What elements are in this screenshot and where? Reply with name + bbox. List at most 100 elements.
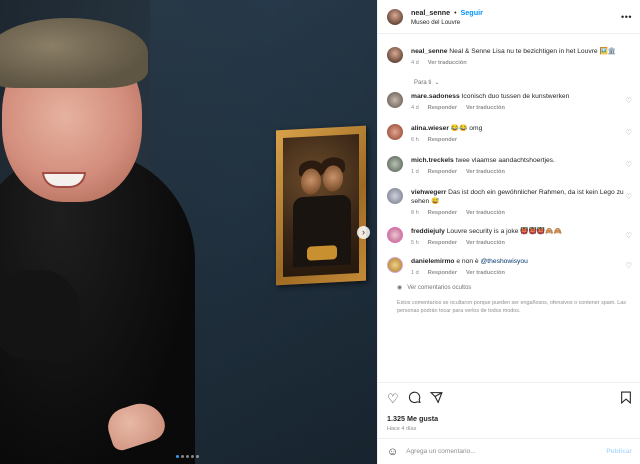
commenter-avatar[interactable]: [387, 124, 403, 140]
comment-mention-link[interactable]: @theshowisyou: [481, 258, 528, 265]
more-options-icon[interactable]: •••: [621, 12, 632, 22]
like-comment-heart-icon[interactable]: ♡: [625, 261, 632, 270]
post-media[interactable]: ›: [0, 0, 377, 464]
comment-username[interactable]: alina.wieser: [411, 125, 449, 132]
translate-link[interactable]: Ver traducción: [466, 169, 505, 175]
reply-button[interactable]: Responder: [428, 169, 457, 175]
like-comment-heart-icon[interactable]: ♡: [625, 96, 632, 105]
comment-text: viehwegerr Das ist doch ein gewöhnlicher…: [411, 188, 632, 206]
painting-gold-detail: [307, 245, 337, 261]
comment-body: danielemirmo e non è @theshowisyou 1 d R…: [411, 257, 632, 276]
follow-button[interactable]: Seguir: [461, 8, 483, 17]
comment-text: freddiejuly Louvre security is a joke 👹👹…: [411, 227, 632, 236]
comment-username[interactable]: viehwegerr: [411, 189, 446, 196]
translate-link[interactable]: Ver traducción: [466, 240, 505, 246]
painting-canvas: [283, 134, 359, 277]
eye-icon: ◉: [397, 285, 403, 291]
painting-face-right: [323, 164, 343, 192]
caption-username[interactable]: neal_senne: [411, 48, 447, 55]
translate-link[interactable]: Ver traducción: [466, 270, 505, 276]
view-hidden-comments-button[interactable]: ◉ Ver comentarios ocultos: [397, 284, 632, 292]
post-side-panel: neal_senne • Seguir Museo del Louvre •••…: [377, 0, 640, 464]
post-actions: ♡ 1.325 Me gusta Hace 4 días: [378, 382, 640, 444]
painting-face-left: [301, 168, 321, 196]
commenter-avatar[interactable]: [387, 227, 403, 243]
caption-author-avatar[interactable]: [387, 47, 403, 63]
reply-button[interactable]: Responder: [428, 270, 457, 276]
comment-username[interactable]: mich.treckels: [411, 157, 454, 164]
carousel-dot[interactable]: [181, 455, 184, 458]
person-collar: [0, 270, 80, 360]
comment-item: mare.sadoness Iconisch duo tussen de kun…: [387, 92, 632, 111]
carousel-dot[interactable]: [186, 455, 189, 458]
like-comment-heart-icon[interactable]: ♡: [625, 231, 632, 240]
comment-item: freddiejuly Louvre security is a joke 👹👹…: [387, 227, 632, 246]
comment-meta: 6 h Responder: [411, 137, 632, 143]
carousel-dots: [176, 455, 199, 458]
comment-meta: 1 d Responder Ver traducción: [411, 169, 632, 175]
comment-composer: ☺ Publicar: [378, 438, 640, 464]
comment-text: mare.sadoness Iconisch duo tussen de kun…: [411, 92, 632, 101]
comment-item: alina.wieser 😂😂 omg 6 h Responder ♡: [387, 124, 632, 143]
comment-sort-dropdown[interactable]: Para ti ⌄: [414, 79, 632, 87]
like-comment-heart-icon[interactable]: ♡: [625, 128, 632, 137]
reply-button[interactable]: Responder: [428, 210, 457, 216]
post-location[interactable]: Museo del Louvre: [411, 19, 621, 26]
commenter-avatar[interactable]: [387, 257, 403, 273]
author-avatar[interactable]: [387, 8, 403, 25]
carousel-next-icon[interactable]: ›: [357, 226, 370, 239]
carousel-dot[interactable]: [191, 455, 194, 458]
reply-button[interactable]: Responder: [428, 240, 457, 246]
comment-age: 8 h: [411, 210, 419, 216]
comment-meta: 8 h Responder Ver traducción: [411, 210, 632, 216]
comment-age: 5 h: [411, 240, 419, 246]
author-username[interactable]: neal_senne: [411, 8, 450, 17]
like-count[interactable]: 1.325 Me gusta: [387, 414, 632, 423]
person-smile: [42, 172, 86, 188]
like-comment-heart-icon[interactable]: ♡: [625, 160, 632, 169]
comment-content: twee vlaamse aandachtshoertjes.: [455, 157, 555, 164]
comment-content: 😂😂 omg: [450, 125, 483, 132]
comment-input[interactable]: [406, 448, 607, 455]
comment-body: mare.sadoness Iconisch duo tussen de kun…: [411, 92, 632, 111]
comments-section[interactable]: neal_senne Neal & Senne Lisa nu te bezic…: [378, 38, 640, 378]
carousel-dot[interactable]: [196, 455, 199, 458]
reply-button[interactable]: Responder: [428, 137, 457, 143]
comment-bubble-icon[interactable]: [408, 391, 421, 406]
caption-content: Neal & Senne Lisa nu te bezichtigen in h…: [449, 48, 617, 55]
comment-username[interactable]: mare.sadoness: [411, 93, 460, 100]
comment-text: alina.wieser 😂😂 omg: [411, 124, 632, 133]
comment-item: mich.treckels twee vlaamse aandachtshoer…: [387, 156, 632, 175]
commenter-avatar[interactable]: [387, 92, 403, 108]
post-header: neal_senne • Seguir Museo del Louvre •••: [378, 0, 640, 34]
like-comment-heart-icon[interactable]: ♡: [625, 192, 632, 201]
comment-content: Louvre security is a joke 👹👹👹🙈🙈: [446, 228, 562, 235]
comment-body: freddiejuly Louvre security is a joke 👹👹…: [411, 227, 632, 246]
comment-age: 1 d: [411, 270, 419, 276]
commenter-avatar[interactable]: [387, 188, 403, 204]
emoji-icon[interactable]: ☺: [387, 446, 398, 458]
translate-link[interactable]: Ver traducción: [466, 210, 505, 216]
comment-username[interactable]: freddiejuly: [411, 228, 445, 235]
commenter-avatar[interactable]: [387, 156, 403, 172]
comment-age: 1 d: [411, 169, 419, 175]
separator-dot: •: [454, 9, 457, 17]
comment-content: Iconisch duo tussen de kunstwerken: [461, 93, 570, 100]
chevron-down-icon: ⌄: [434, 80, 440, 86]
reply-button[interactable]: Responder: [428, 105, 457, 111]
like-heart-icon[interactable]: ♡: [387, 392, 399, 405]
save-bookmark-icon[interactable]: [620, 391, 632, 406]
comment-content: e non è: [456, 258, 481, 265]
share-send-icon[interactable]: [429, 391, 443, 406]
comment-age: 4 d: [411, 105, 419, 111]
comment-username[interactable]: danielemirmo: [411, 258, 454, 265]
comment-meta: 4 d Responder Ver traducción: [411, 105, 632, 111]
comment-meta: 5 h Responder Ver traducción: [411, 240, 632, 246]
caption-translate-link[interactable]: Ver traducción: [428, 60, 467, 66]
carousel-dot[interactable]: [176, 455, 179, 458]
comment-body: viehwegerr Das ist doch ein gewöhnlicher…: [411, 188, 632, 216]
translate-link[interactable]: Ver traducción: [466, 105, 505, 111]
publish-button[interactable]: Publicar: [606, 448, 632, 455]
post-date: Hace 4 días: [387, 426, 417, 432]
comment-meta: 1 d Responder Ver traducción: [411, 270, 632, 276]
